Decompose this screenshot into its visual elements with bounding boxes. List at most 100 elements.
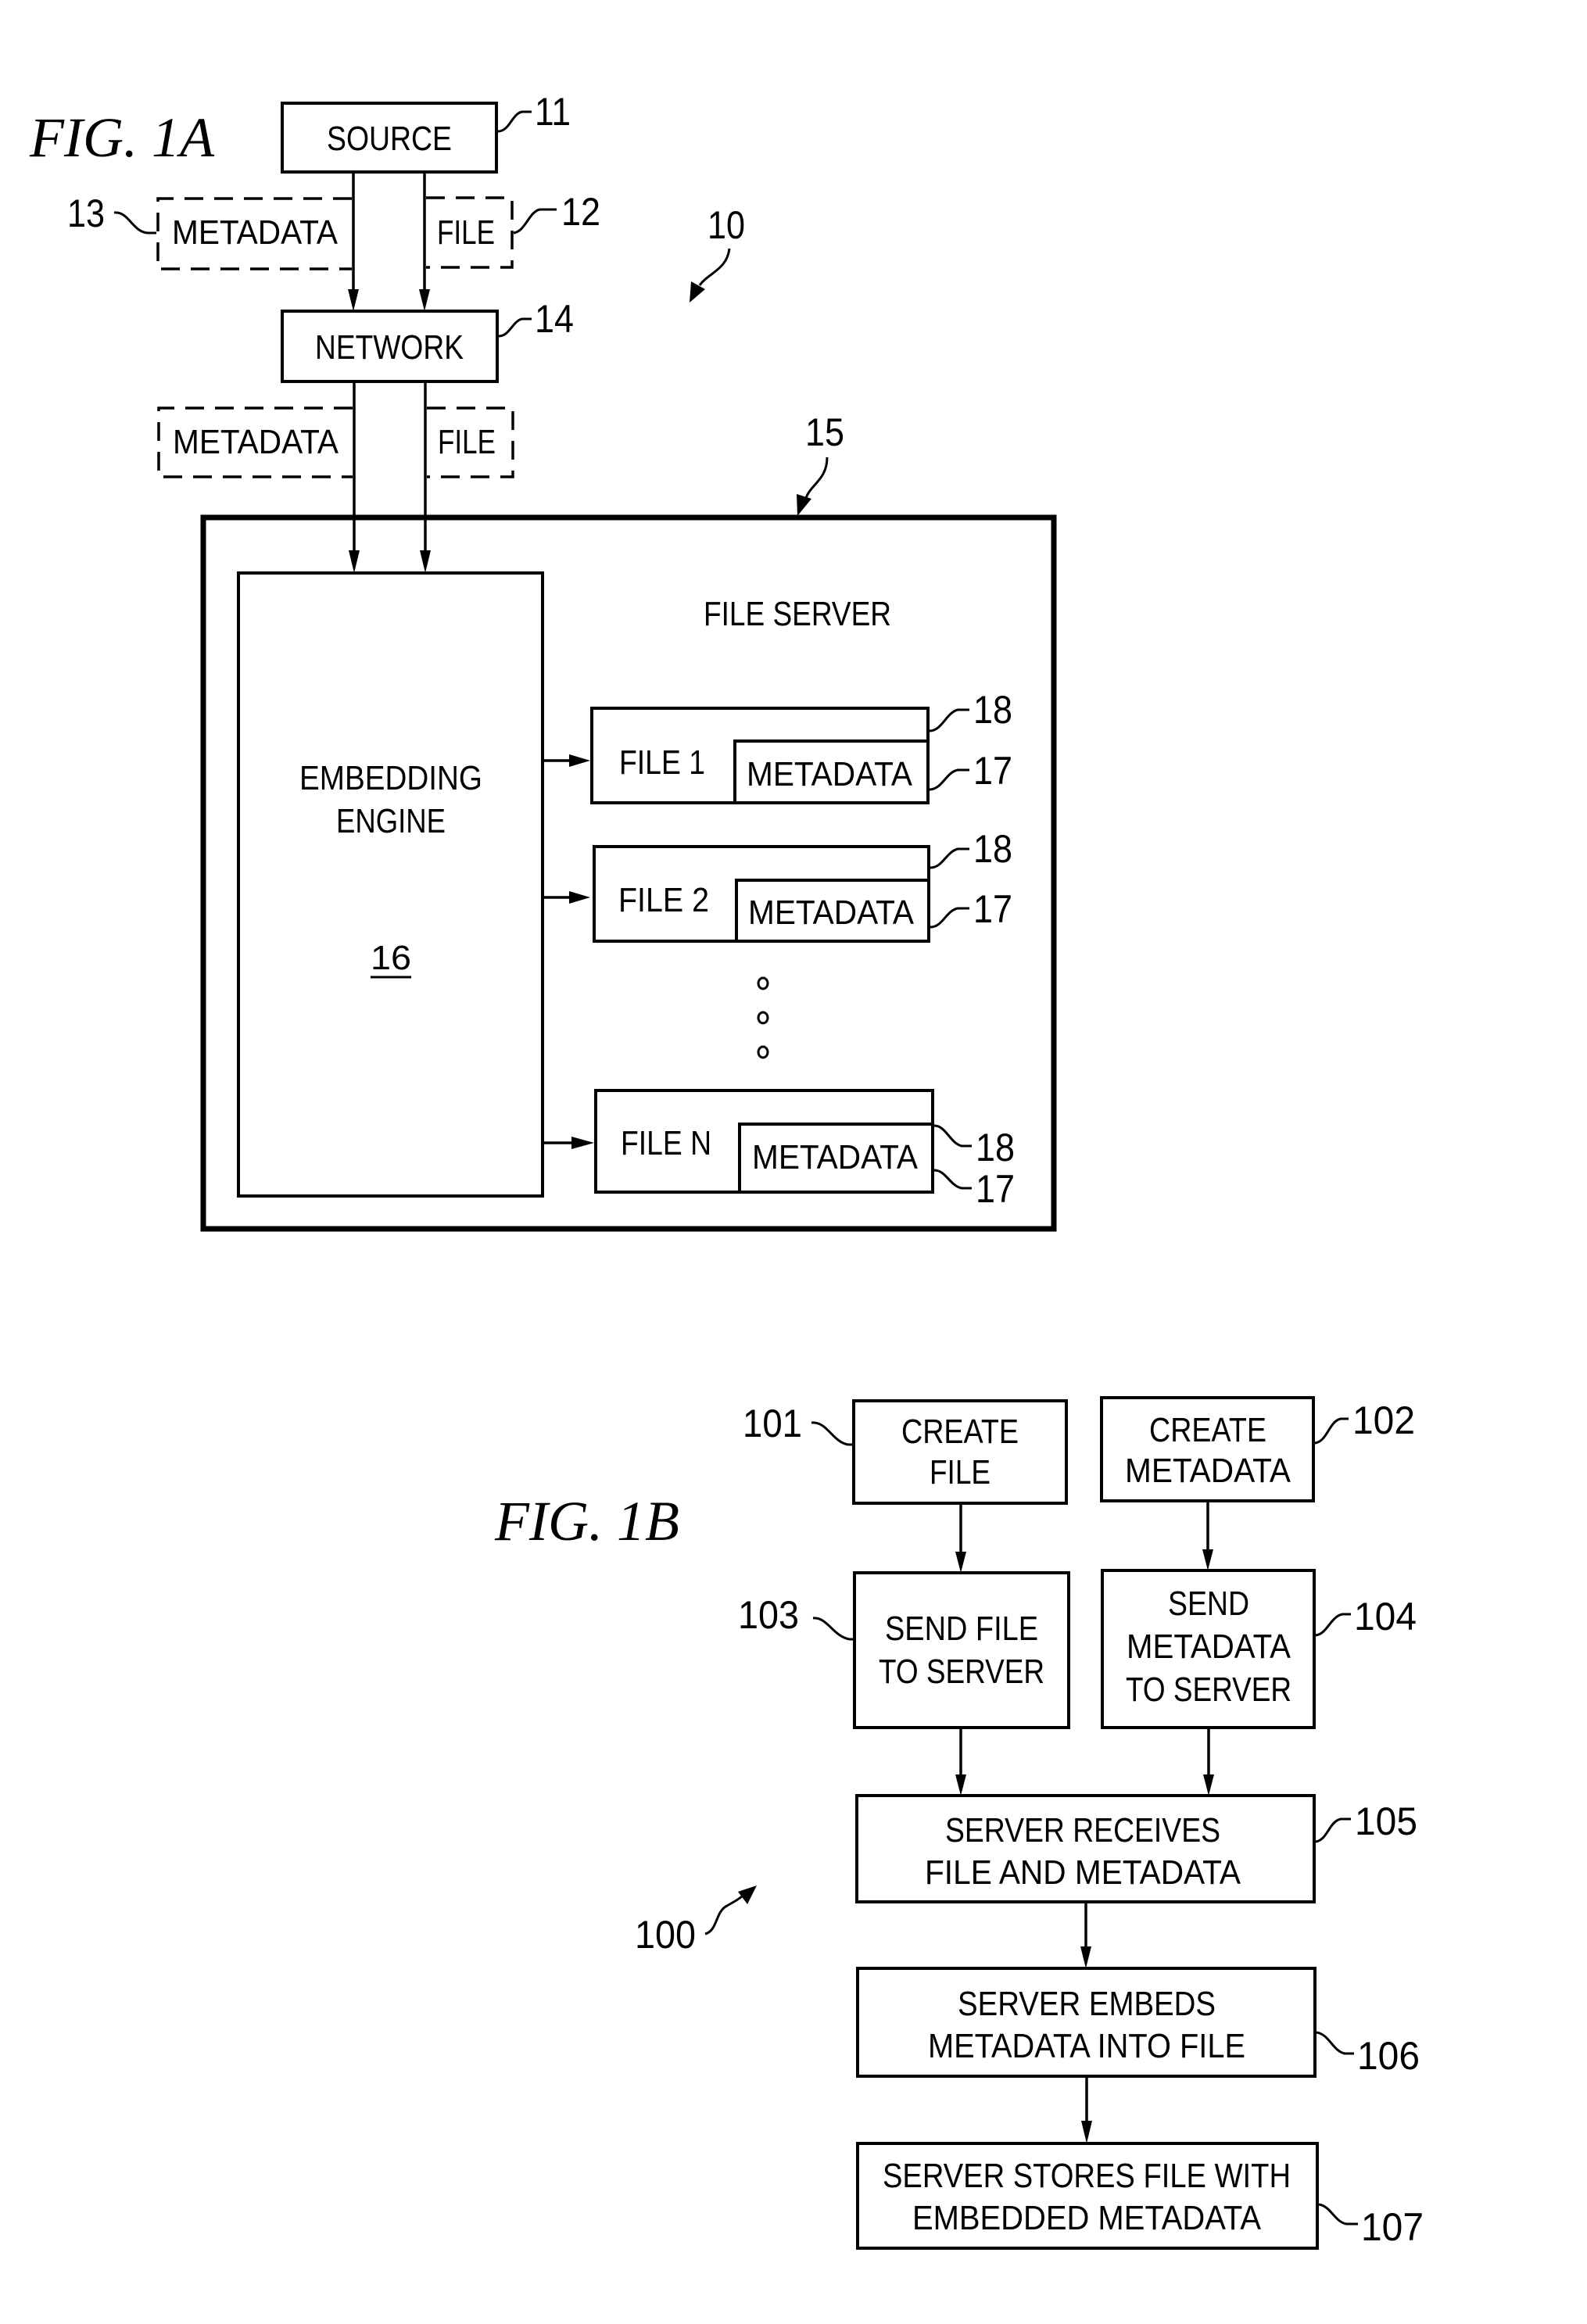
step-line: METADATA xyxy=(1127,1628,1291,1666)
step-ref-leader xyxy=(1315,1613,1351,1637)
step-line: EMBEDDED METADATA xyxy=(912,2199,1262,2237)
step-line: FILE xyxy=(930,1453,991,1491)
file-ref-leader xyxy=(930,847,969,869)
step-line: TO SERVER xyxy=(879,1653,1044,1691)
arrowhead-icon xyxy=(1203,1774,1214,1796)
metadata-ref: 17 xyxy=(973,887,1012,931)
metadata-packet-leader xyxy=(113,211,156,235)
step-ref-leader xyxy=(1315,1817,1351,1843)
step-line: METADATA xyxy=(1125,1452,1291,1490)
step-ref-leader xyxy=(1318,2203,1358,2226)
metadata-ref-leader xyxy=(933,1169,972,1190)
arrowhead-icon xyxy=(419,289,430,311)
arrowhead-icon xyxy=(690,281,705,303)
file-ref-leader xyxy=(929,708,969,732)
file-ref: 18 xyxy=(973,827,1012,871)
stored-file-1: FILE 1 METADATA 18 17 xyxy=(543,688,1012,804)
arrowhead-icon xyxy=(955,1774,966,1796)
step-line: SERVER EMBEDS xyxy=(958,1985,1216,2023)
source-label: SOURCE xyxy=(327,120,452,158)
network-ref-leader xyxy=(498,317,532,338)
step-ref-leader xyxy=(1314,1417,1349,1445)
embedding-engine: EMBEDDING ENGINE 16 xyxy=(237,571,544,1198)
ellipsis-dot xyxy=(757,1045,769,1059)
file-label: FILE 2 xyxy=(618,881,709,919)
arrowhead-icon xyxy=(569,754,590,767)
file-packet-label: FILE xyxy=(437,213,495,252)
step-105: SERVER RECEIVES FILE AND METADATA 105 xyxy=(855,1794,1417,1903)
step-106: SERVER EMBEDS METADATA INTO FILE 106 xyxy=(856,1967,1420,2078)
source-ref-leader xyxy=(497,110,532,133)
step-ref: 104 xyxy=(1354,1595,1417,1638)
step-ref: 103 xyxy=(738,1593,799,1637)
source-block: SOURCE 11 xyxy=(281,90,571,174)
step-line: CREATE xyxy=(901,1413,1019,1451)
ellipsis-dot xyxy=(757,1011,769,1025)
file-packet-2: FILE xyxy=(427,406,514,478)
metadata-ref-leader xyxy=(930,907,969,929)
file-packet-ref: 12 xyxy=(561,190,600,234)
source-ref: 11 xyxy=(535,90,571,134)
file-label: FILE N xyxy=(621,1124,711,1162)
step-line: SEND xyxy=(1168,1585,1249,1623)
patent-drawing-sheet: FIG. 1A 10 SOURCE 11 METADATA 13 FILE 12… xyxy=(29,90,1424,2250)
step-box xyxy=(853,1571,1070,1729)
arrowhead-icon xyxy=(1081,2121,1092,2143)
file-packet-1: FILE 12 xyxy=(426,190,600,269)
file-server-ref-arrow xyxy=(804,457,829,501)
file-packet-leader xyxy=(513,208,557,235)
network-label: NETWORK xyxy=(315,328,464,367)
arrowhead-icon xyxy=(349,550,360,573)
network-ref: 14 xyxy=(535,297,574,341)
file-server-ref: 15 xyxy=(805,410,844,454)
file-ref: 18 xyxy=(976,1126,1015,1169)
step-ref: 107 xyxy=(1361,2205,1424,2249)
metadata-ref: 17 xyxy=(976,1167,1015,1211)
step-103: SEND FILE TO SERVER 103 xyxy=(738,1571,1070,1729)
step-ref: 101 xyxy=(743,1402,802,1445)
metadata-label: METADATA xyxy=(748,893,915,932)
method-ref-100: 100 xyxy=(635,1913,696,1957)
step-line: FILE AND METADATA xyxy=(925,1853,1241,1892)
file-ref: 18 xyxy=(973,688,1012,732)
metadata-packet-2: METADATA xyxy=(157,406,353,478)
step-ref: 105 xyxy=(1355,1799,1417,1843)
step-line: SEND FILE xyxy=(885,1610,1038,1648)
ellipsis-dot xyxy=(757,976,769,990)
metadata-packet-1: METADATA 13 xyxy=(67,192,352,270)
step-ref-leader xyxy=(1316,2031,1354,2055)
embedding-engine-label-line2: ENGINE xyxy=(336,802,446,840)
step-107: SERVER STORES FILE WITH EMBEDDED METADAT… xyxy=(856,2142,1424,2250)
embedding-engine-label-line1: EMBEDDING xyxy=(299,759,482,797)
step-101: CREATE FILE 101 xyxy=(743,1399,1068,1505)
arrowhead-icon xyxy=(955,1552,966,1573)
file-packet-label: FILE xyxy=(438,423,496,461)
system-ref-arrow xyxy=(698,248,731,286)
more-files-ellipsis xyxy=(757,976,769,1059)
file-label: FILE 1 xyxy=(619,743,705,782)
step-line: METADATA INTO FILE xyxy=(928,2027,1245,2065)
arrowhead-icon xyxy=(420,550,431,573)
method-ref-arrow xyxy=(704,1894,744,1935)
metadata-packet-ref: 13 xyxy=(67,192,105,235)
embedding-engine-ref: 16 xyxy=(371,939,411,977)
metadata-label: METADATA xyxy=(747,755,913,793)
step-line: SERVER STORES FILE WITH xyxy=(883,2157,1291,2195)
arrowhead-icon xyxy=(571,1137,594,1149)
fig-1a-title: FIG. 1A xyxy=(29,106,215,169)
metadata-packet-label: METADATA xyxy=(173,423,339,461)
arrowhead-icon xyxy=(797,494,811,516)
arrowhead-icon xyxy=(738,1885,757,1904)
network-block: NETWORK 14 xyxy=(281,297,574,383)
step-ref: 102 xyxy=(1352,1398,1415,1442)
step-line: CREATE xyxy=(1149,1411,1266,1449)
arrowhead-icon xyxy=(348,289,359,311)
stored-file-2: FILE 2 METADATA 18 17 xyxy=(543,827,1012,943)
step-102: CREATE METADATA 102 xyxy=(1100,1396,1415,1502)
step-line: SERVER RECEIVES xyxy=(945,1811,1220,1850)
fig-1a: FIG. 1A 10 SOURCE 11 METADATA 13 FILE 12… xyxy=(29,90,1057,1232)
metadata-packet-label: METADATA xyxy=(172,213,339,252)
step-line: TO SERVER xyxy=(1126,1670,1291,1709)
arrowhead-icon xyxy=(569,891,590,904)
step-ref-leader xyxy=(811,1421,854,1446)
